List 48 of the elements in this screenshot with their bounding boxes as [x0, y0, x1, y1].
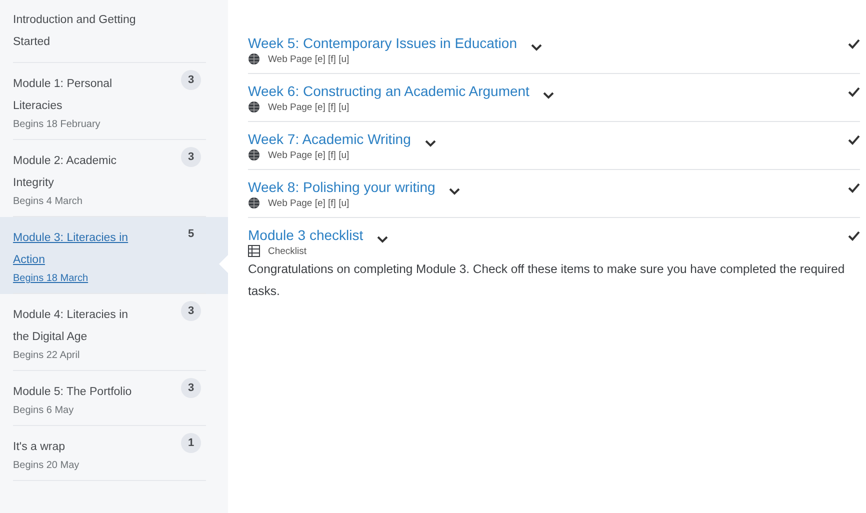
topic-link[interactable]: Week 6: Constructing an Academic Argument — [248, 83, 530, 99]
module-title: Module 1: Personal Literacies — [13, 77, 114, 114]
module-title: Module 2: Academic Integrity — [13, 154, 118, 191]
count-badge: 3 — [181, 301, 201, 321]
chevron-down-icon[interactable] — [377, 236, 388, 242]
module-item[interactable]: Module 3: Literacies in Action Begins 18 March 5 — [0, 217, 228, 294]
topic-type: Web Page [e] [f] [u] — [268, 102, 350, 112]
module-date: Begins 4 March — [13, 196, 84, 207]
count-badge: 3 — [181, 147, 201, 167]
module-date: Begins 22 April — [13, 350, 81, 361]
topic-description: Congratulations on completing Module 3. Check off these items to make sure you have completed the required tasks. — [248, 261, 846, 300]
selection-notch — [219, 255, 228, 273]
module-item[interactable]: Module 4: Literacies in the Digital Age Begins 22 April 3 — [0, 294, 228, 371]
globe-icon — [248, 53, 260, 65]
module-title: Module 4: Literacies in the Digital Age — [13, 308, 130, 345]
topic-type: Web Page [e] [f] [u] — [268, 198, 350, 208]
count-badge: 3 — [181, 378, 201, 398]
topic-link[interactable]: Module 3 checklist — [248, 227, 364, 243]
topic-type: Checklist — [268, 246, 307, 256]
chevron-down-icon[interactable] — [531, 44, 542, 50]
module-date: Begins 6 May — [13, 405, 75, 416]
chevron-down-icon[interactable] — [424, 140, 436, 146]
chevron-down-icon[interactable] — [449, 188, 460, 194]
module-item[interactable]: Module 1: Personal Literacies Begins 18 February 3 — [0, 63, 228, 140]
module-date: Begins 20 May — [13, 460, 80, 471]
count-badge: 3 — [181, 70, 201, 90]
topic-link[interactable]: Week 5: Contemporary Issues in Education — [248, 35, 517, 51]
module-title: It's a wrap — [13, 440, 66, 455]
topic-type: Web Page [e] [f] [u] — [268, 150, 350, 160]
chevron-down-icon[interactable] — [543, 92, 554, 98]
topic-link[interactable]: Week 8: Polishing your writing — [248, 179, 436, 195]
module-item[interactable]: Introduction and Getting Started — [0, 0, 228, 63]
module-item[interactable]: It's a wrap Begins 20 May 1 — [0, 426, 228, 481]
checklist-icon — [248, 245, 260, 257]
count-badge: 1 — [181, 433, 201, 453]
module-title: Introduction and Getting Started — [13, 13, 137, 50]
module-date: Begins 18 March — [13, 273, 90, 284]
module-title: Module 3: Literacies in Action — [13, 231, 130, 268]
module-date: Begins 18 February — [13, 119, 102, 130]
module-item[interactable]: Module 2: Academic Integrity Begins 4 March 3 — [0, 140, 228, 217]
module-count: 5 — [186, 227, 196, 242]
topic-type: Web Page [e] [f] [u] — [268, 54, 350, 64]
globe-icon — [248, 197, 260, 209]
globe-icon — [248, 101, 260, 113]
topic-link[interactable]: Week 7: Academic Writing — [248, 131, 411, 147]
globe-icon — [248, 149, 260, 161]
module-title: Module 5: The Portfolio — [13, 385, 132, 400]
module-item[interactable]: Module 5: The Portfolio Begins 6 May 3 — [0, 371, 228, 426]
